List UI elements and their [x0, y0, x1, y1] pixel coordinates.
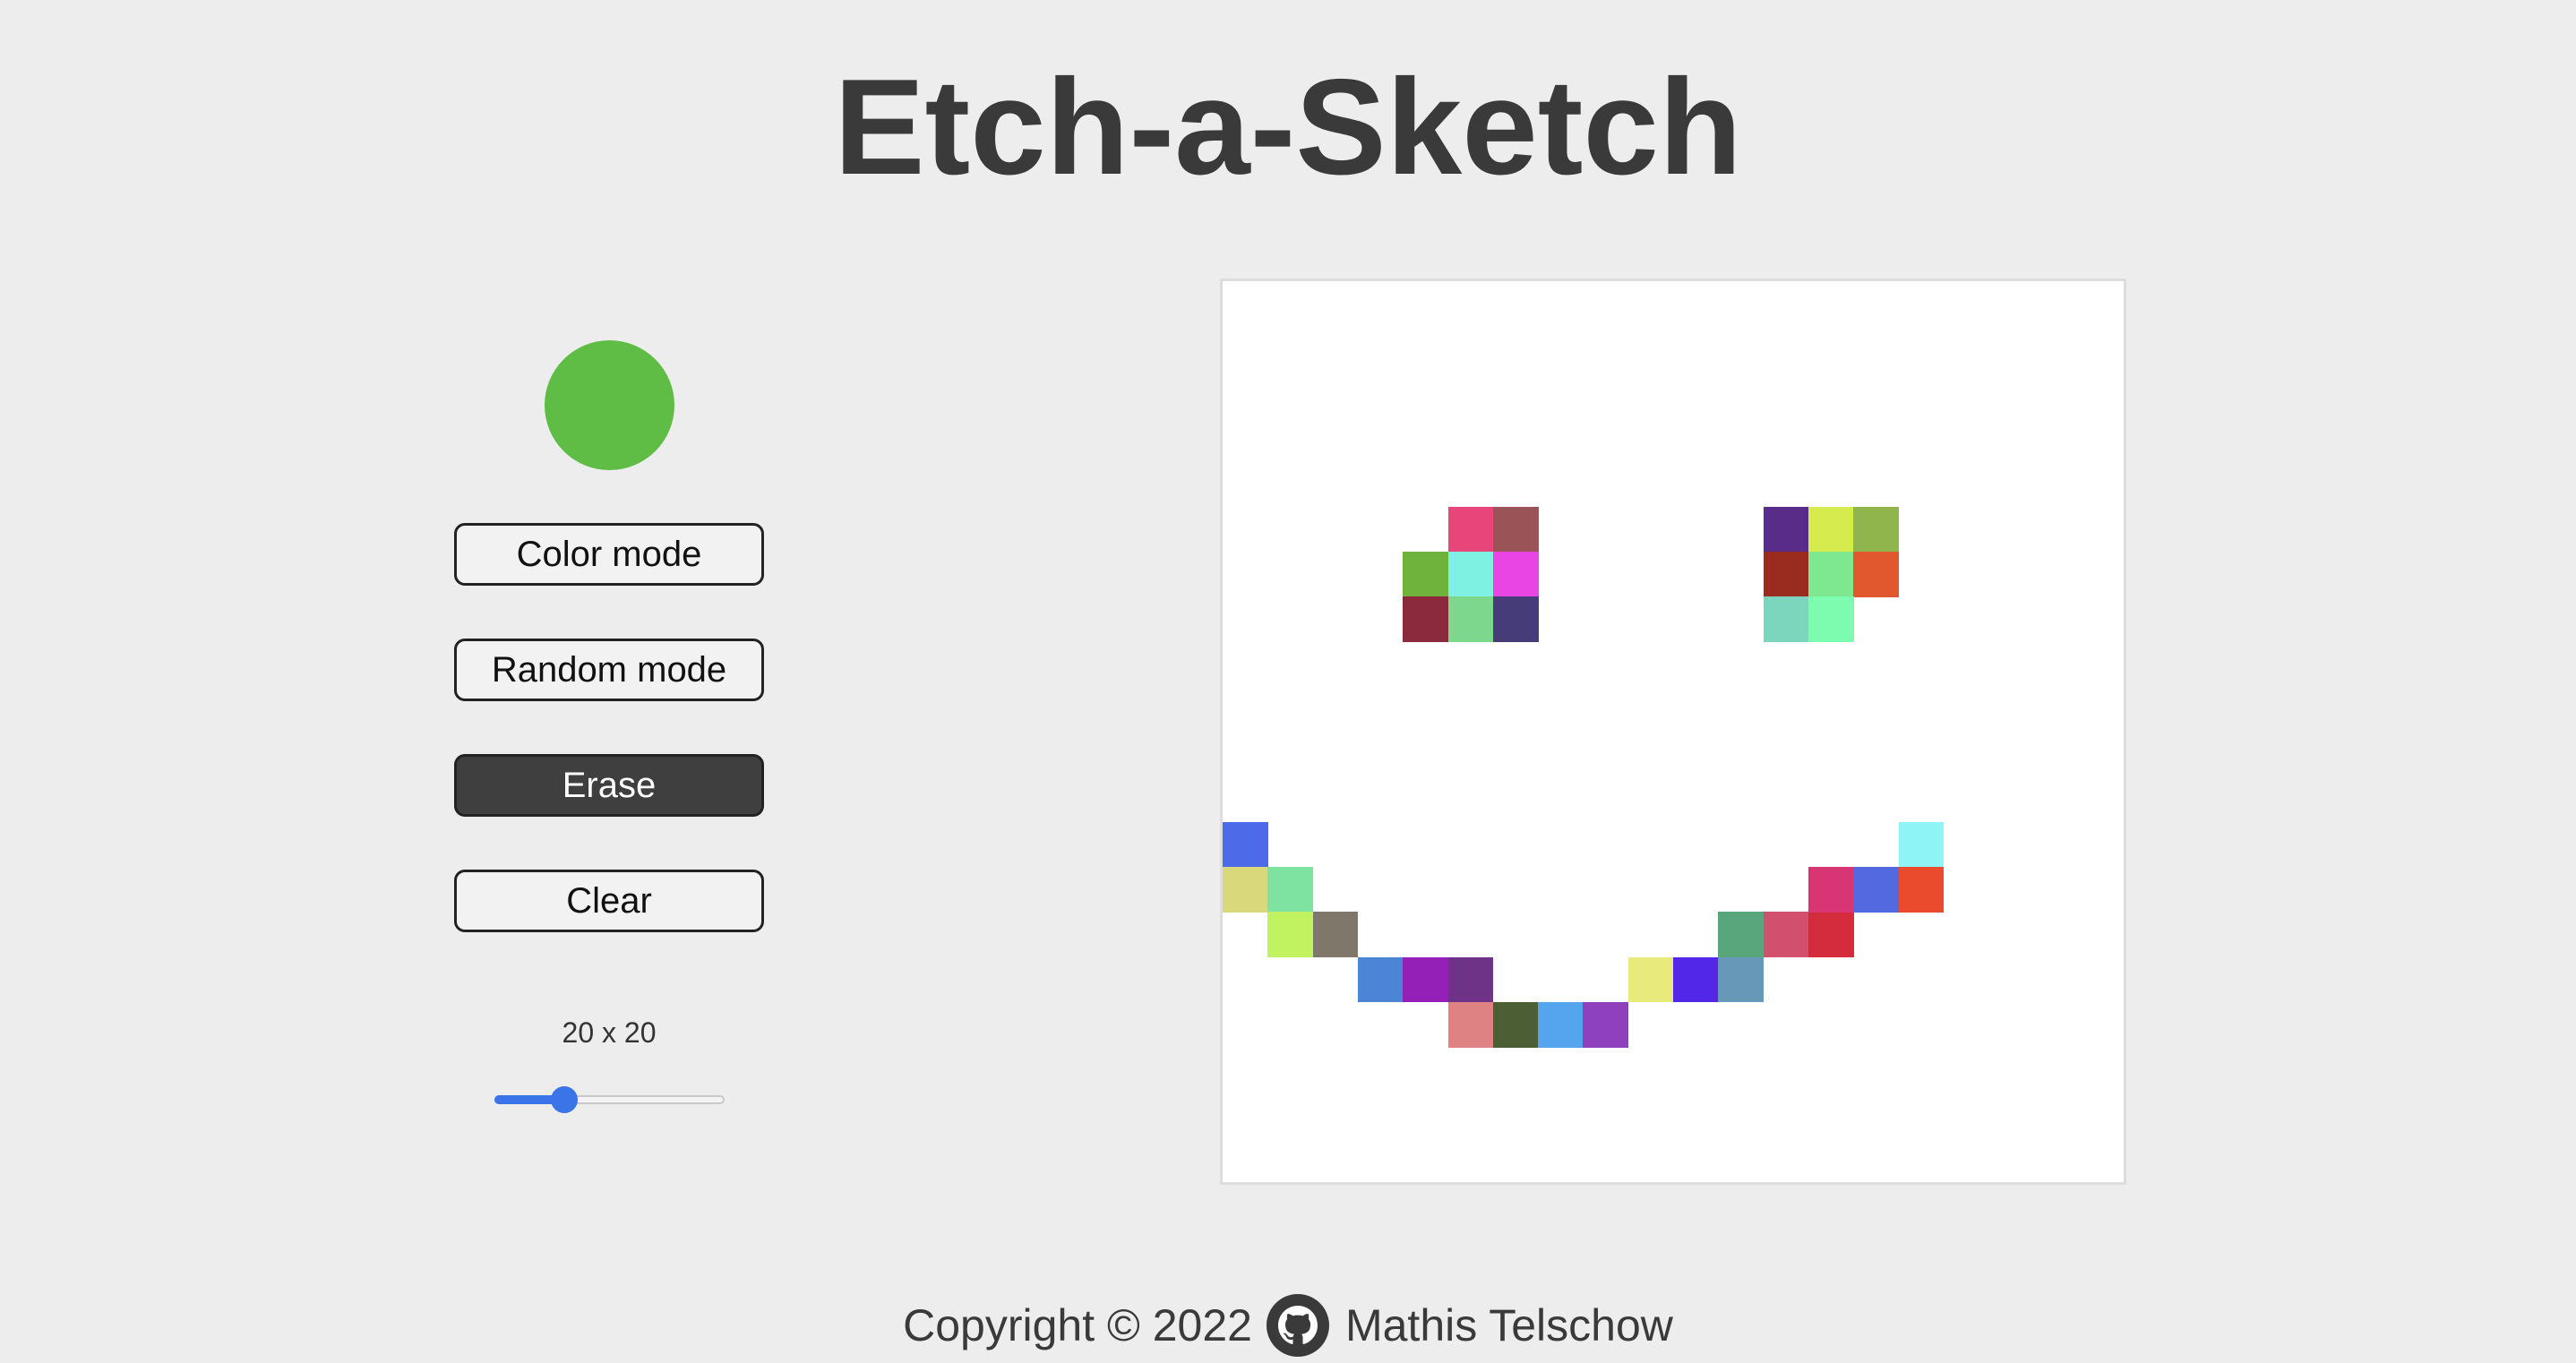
grid-cell[interactable] — [1807, 596, 1854, 642]
grid-cell[interactable] — [1718, 956, 1765, 1003]
grid-cell[interactable] — [1763, 506, 1809, 553]
grid-cell[interactable] — [1763, 596, 1809, 642]
grid-cell[interactable] — [1312, 912, 1359, 957]
color-mode-button[interactable]: Color mode — [454, 523, 764, 586]
grid-cell[interactable] — [1267, 912, 1314, 957]
grid-cell[interactable] — [1267, 866, 1314, 913]
grid-cell[interactable] — [1763, 912, 1809, 957]
grid-cell[interactable] — [1492, 596, 1539, 642]
github-icon[interactable] — [1266, 1293, 1329, 1357]
clear-button[interactable]: Clear — [454, 870, 764, 932]
grid-cell[interactable] — [1492, 1001, 1539, 1048]
grid-cell[interactable] — [1807, 866, 1854, 913]
grid-cell[interactable] — [1583, 1001, 1629, 1048]
grid-cell[interactable] — [1492, 551, 1539, 597]
grid-cell[interactable] — [1447, 956, 1494, 1003]
grid-size-slider[interactable] — [494, 1086, 725, 1113]
grid-cell[interactable] — [1357, 956, 1404, 1003]
grid-cell[interactable] — [1853, 506, 1899, 553]
grid-size-label: 20 x 20 — [562, 1016, 657, 1049]
slider-thumb[interactable] — [550, 1086, 578, 1113]
grid-cell[interactable] — [1627, 956, 1674, 1003]
sketch-board[interactable] — [1220, 279, 2126, 1185]
grid-cell[interactable] — [1807, 912, 1854, 957]
grid-cell[interactable] — [1447, 551, 1494, 597]
grid-cell[interactable] — [1492, 506, 1539, 553]
grid-cell[interactable] — [1807, 551, 1854, 597]
grid-cell[interactable] — [1718, 912, 1765, 957]
grid-cell[interactable] — [1898, 866, 1945, 913]
footer: Copyright © 2022 Mathis Telschow — [0, 1288, 2576, 1359]
grid-cell[interactable] — [1898, 821, 1945, 868]
grid-cell[interactable] — [1447, 1001, 1494, 1048]
grid-cell[interactable] — [1538, 1001, 1584, 1048]
grid-cell[interactable] — [1853, 866, 1899, 913]
random-mode-button[interactable]: Random mode — [454, 639, 764, 701]
grid-cell[interactable] — [1763, 551, 1809, 597]
grid-cell[interactable] — [1853, 551, 1899, 597]
page-title: Etch-a-Sketch — [834, 51, 1742, 203]
grid-cell[interactable] — [1223, 866, 1268, 913]
color-picker[interactable] — [545, 340, 674, 470]
grid-cell[interactable] — [1403, 596, 1448, 642]
author-name: Mathis Telschow — [1344, 1299, 1673, 1350]
erase-button[interactable]: Erase — [454, 754, 764, 817]
grid-cell[interactable] — [1447, 506, 1494, 553]
app-page: Etch-a-Sketch Color mode Random mode Era… — [0, 0, 2576, 1363]
grid-cell[interactable] — [1673, 956, 1719, 1003]
grid-cell[interactable] — [1807, 506, 1854, 553]
copyright-text: Copyright © 2022 — [903, 1299, 1252, 1350]
grid-cell[interactable] — [1447, 596, 1494, 642]
grid-cell[interactable] — [1223, 821, 1268, 868]
grid-cell[interactable] — [1403, 551, 1448, 597]
grid-cell[interactable] — [1403, 956, 1448, 1003]
